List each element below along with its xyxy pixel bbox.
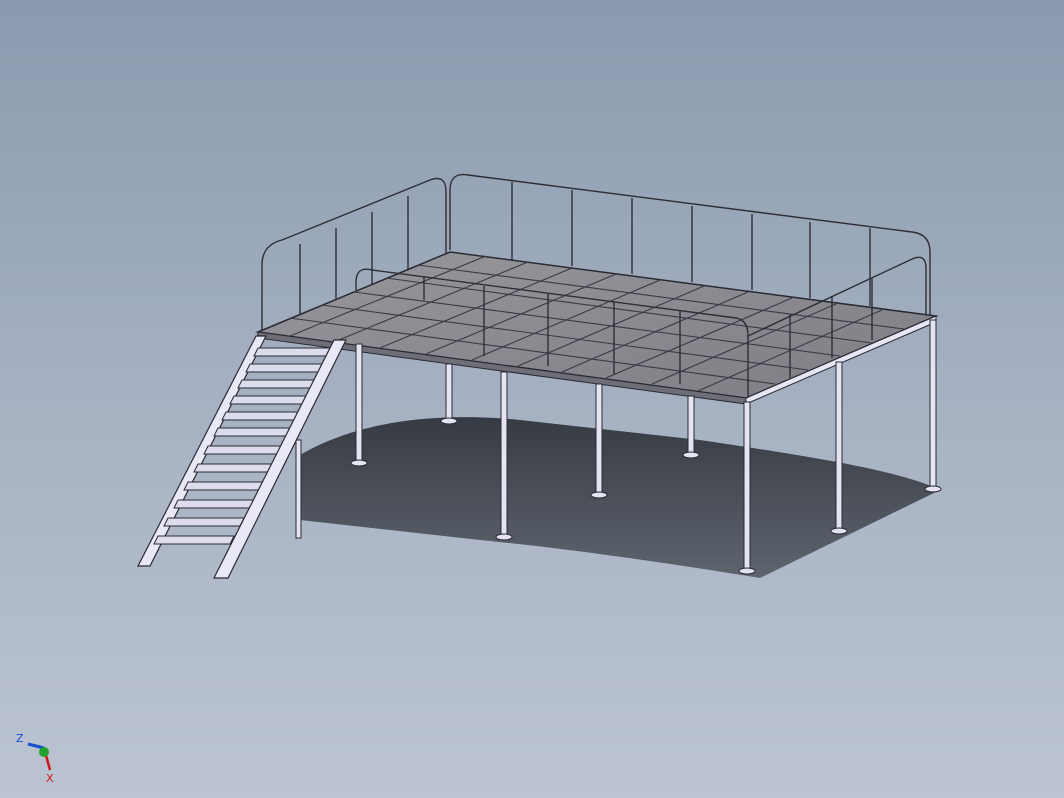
z-axis-arrow <box>27 742 45 750</box>
z-axis-label: Z <box>16 732 24 745</box>
cad-model-view[interactable] <box>0 0 1064 798</box>
graphics-viewport[interactable]: Z X <box>0 0 1064 798</box>
coordinate-triad: Z X <box>10 726 70 786</box>
ground-shadow <box>300 417 940 578</box>
x-axis-label: X <box>46 772 54 785</box>
y-axis-marker <box>39 747 49 757</box>
